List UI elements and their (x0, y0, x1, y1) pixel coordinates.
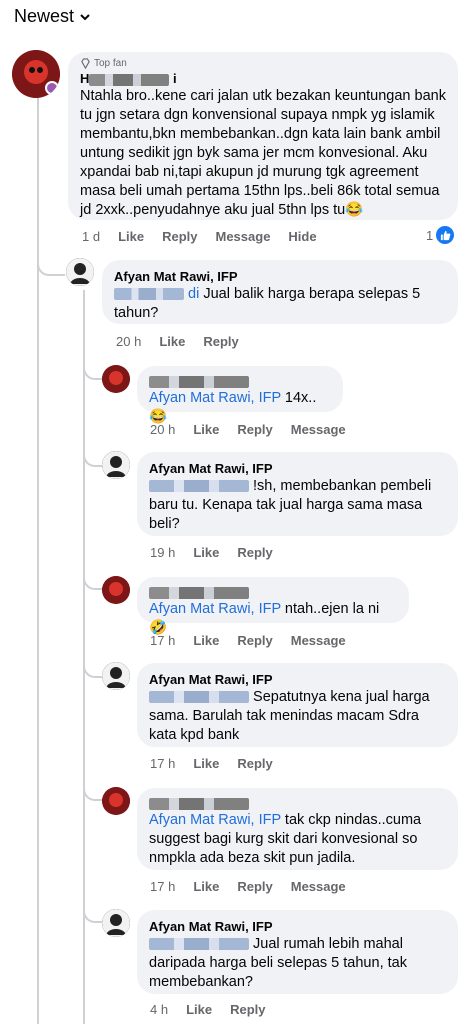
commenter-name[interactable]: Afyan Mat Rawi, IFP (149, 918, 446, 935)
like-button[interactable]: Like (193, 545, 219, 560)
avatar[interactable] (102, 909, 130, 937)
comment-actions: 17 h Like Reply Message (150, 633, 346, 648)
comment-text: Afyan Mat Rawi, IFP tak ckp nindas..cuma… (149, 812, 422, 866)
comment-text: Sepatutnya kena jual harga sama. Barulah… (149, 689, 430, 743)
reply-button[interactable]: Reply (230, 1002, 265, 1017)
comment-bubble: Afyan Mat Rawi, IFP tak ckp nindas..cuma… (137, 788, 458, 870)
reply-button[interactable]: Reply (237, 756, 272, 771)
reply-button[interactable]: Reply (237, 633, 272, 648)
comment-text: !sh, membebankan pembeli baru tu. Kenapa… (149, 478, 432, 532)
comment-actions: 20 h Like Reply (116, 334, 239, 349)
commenter-name[interactable] (149, 583, 397, 600)
thread-line-main (37, 98, 39, 1024)
comment-actions: 1 d Like Reply Message Hide (82, 229, 317, 244)
comment-time[interactable]: 4 h (150, 1002, 168, 1017)
comment-time[interactable]: 20 h (150, 422, 175, 437)
like-reaction-icon (436, 226, 455, 244)
commenter-name[interactable]: Afyan Mat Rawi, IFP (149, 460, 446, 477)
comment-text: Jual rumah lebih mahal daripada harga be… (149, 936, 407, 990)
comment-text: di Jual balik harga berapa selepas 5 tah… (114, 286, 421, 321)
message-button[interactable]: Message (216, 229, 271, 244)
comment-bubble: Afyan Mat Rawi, IFP 14x..😂 (137, 366, 343, 425)
avatar[interactable] (102, 451, 130, 479)
thread-branch (83, 779, 103, 801)
comment-time[interactable]: 17 h (150, 756, 175, 771)
reply-button[interactable]: Reply (162, 229, 197, 244)
message-button[interactable]: Message (291, 633, 346, 648)
commenter-name[interactable]: Afyan Mat Rawi, IFP (114, 268, 446, 285)
comment-bubble: Afyan Mat Rawi, IFP Sepatutnya kena jual… (137, 663, 458, 747)
comment-time[interactable]: 17 h (150, 879, 175, 894)
thread-branch (83, 445, 103, 467)
comment-time[interactable]: 19 h (150, 545, 175, 560)
reaction-summary[interactable]: 1 (426, 226, 455, 244)
message-button[interactable]: Message (291, 422, 346, 437)
commenter-name[interactable] (149, 794, 446, 811)
comment-text: Ntahla bro..kene cari jalan utk bezakan … (80, 88, 446, 218)
like-button[interactable]: Like (159, 334, 185, 349)
thread-branch (37, 250, 65, 276)
thread-branch (83, 358, 103, 380)
comment-time[interactable]: 1 d (82, 229, 100, 244)
avatar[interactable] (102, 662, 130, 690)
comment-time[interactable]: 20 h (116, 334, 141, 349)
comment-bubble: Top fan H i Ntahla bro..kene cari jalan … (68, 52, 458, 220)
comment-bubble: Afyan Mat Rawi, IFP !sh, membebankan pem… (137, 452, 458, 536)
thread-branch (83, 901, 103, 923)
message-button[interactable]: Message (291, 879, 346, 894)
avatar[interactable] (102, 576, 130, 604)
thread-branch (83, 568, 103, 590)
comment-time[interactable]: 17 h (150, 633, 175, 648)
reply-button[interactable]: Reply (237, 545, 272, 560)
comment-bubble: Afyan Mat Rawi, IFP Jual rumah lebih mah… (137, 910, 458, 994)
comment-actions: 17 h Like Reply (150, 756, 273, 771)
like-button[interactable]: Like (193, 633, 219, 648)
chevron-down-icon (80, 13, 90, 20)
thread-branch (83, 656, 103, 678)
comment-actions: 4 h Like Reply (150, 1002, 266, 1017)
avatar[interactable] (66, 258, 94, 286)
hide-button[interactable]: Hide (288, 229, 316, 244)
commenter-name[interactable]: Afyan Mat Rawi, IFP (149, 671, 446, 688)
like-button[interactable]: Like (193, 879, 219, 894)
like-button[interactable]: Like (193, 422, 219, 437)
reply-button[interactable]: Reply (203, 334, 238, 349)
top-fan-badge: Top fan (80, 58, 446, 69)
comment-actions: 20 h Like Reply Message (150, 422, 346, 437)
like-button[interactable]: Like (193, 756, 219, 771)
sort-label: Newest (14, 6, 75, 26)
avatar[interactable] (102, 787, 130, 815)
comment-bubble: Afyan Mat Rawi, IFP ntah..ejen la ni 🤣 (137, 577, 409, 636)
commenter-name[interactable] (149, 372, 331, 389)
like-button[interactable]: Like (118, 229, 144, 244)
comment-actions: 19 h Like Reply (150, 545, 273, 560)
sort-dropdown[interactable]: Newest (14, 6, 90, 27)
comment-actions: 17 h Like Reply Message (150, 879, 346, 894)
avatar[interactable] (102, 365, 130, 393)
commenter-name[interactable]: H i (80, 70, 446, 87)
reply-button[interactable]: Reply (237, 422, 272, 437)
comment-bubble: Afyan Mat Rawi, IFP di Jual balik harga … (102, 260, 458, 324)
like-button[interactable]: Like (186, 1002, 212, 1017)
reply-button[interactable]: Reply (237, 879, 272, 894)
avatar[interactable] (12, 50, 60, 98)
diamond-icon (81, 58, 90, 69)
